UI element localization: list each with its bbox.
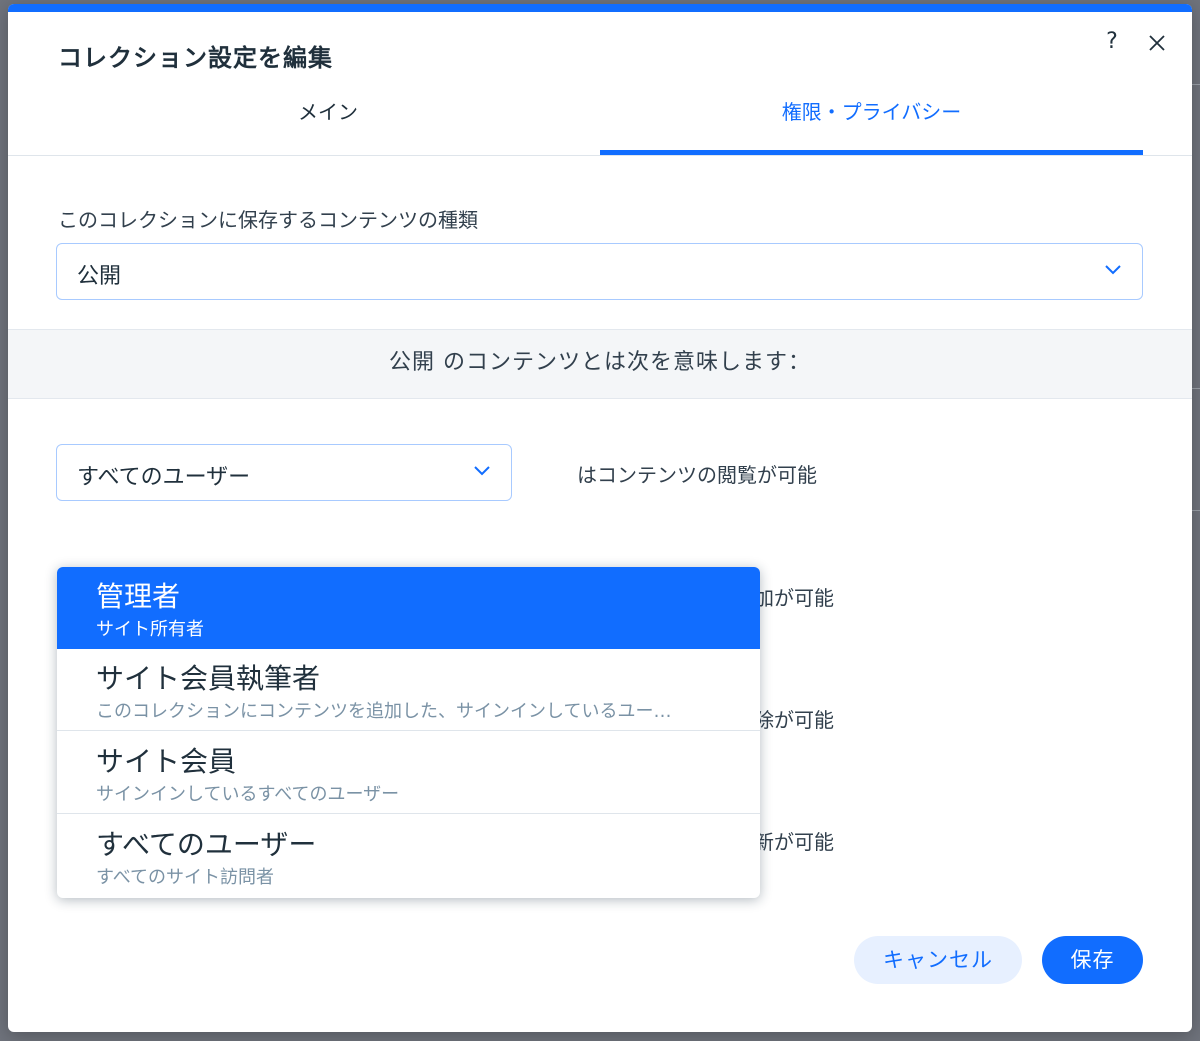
content-type-select[interactable]: 公開 bbox=[56, 243, 1143, 300]
read-permission-text: はコンテンツの閲覧が可能 bbox=[577, 463, 817, 487]
active-tab-indicator bbox=[600, 150, 1143, 155]
chevron-down-icon bbox=[474, 466, 490, 476]
option-subtitle: このコレクションにコンテンツを追加した、サインインしているユー… bbox=[96, 701, 672, 722]
tab-bar: メイン 権限・プライバシー bbox=[8, 84, 1192, 156]
option-title: すべてのユーザー bbox=[96, 828, 317, 861]
content-type-value: 公開 bbox=[77, 264, 122, 289]
save-button[interactable]: 保存 bbox=[1042, 936, 1143, 984]
option-title: サイト会員執筆者 bbox=[96, 662, 321, 695]
read-permission-value: すべてのユーザー bbox=[77, 465, 251, 490]
dropdown-option-site-member-author[interactable]: サイト会員執筆者 このコレクションにコンテンツを追加した、サインインしているユー… bbox=[57, 649, 760, 731]
dropdown-option-admin[interactable]: 管理者 サイト所有者 bbox=[57, 567, 760, 649]
close-icon bbox=[1149, 35, 1165, 51]
option-title: サイト会員 bbox=[96, 745, 237, 778]
option-subtitle: サインインしているすべてのユーザー bbox=[96, 784, 400, 805]
option-subtitle: すべてのサイト訪問者 bbox=[96, 867, 275, 888]
option-subtitle: サイト所有者 bbox=[96, 619, 204, 640]
add-permission-text: 加が可能 bbox=[754, 586, 834, 610]
chevron-down-icon bbox=[1105, 265, 1121, 275]
cancel-button[interactable]: キャンセル bbox=[854, 936, 1022, 984]
role-dropdown-menu: 管理者 サイト所有者 サイト会員執筆者 このコレクションにコンテンツを追加した、… bbox=[57, 567, 760, 898]
read-permission-select[interactable]: すべてのユーザー bbox=[56, 444, 512, 501]
content-type-label: このコレクションに保存するコンテンツの種類 bbox=[58, 208, 478, 232]
update-permission-text: 新が可能 bbox=[754, 830, 834, 854]
help-button[interactable]: ? bbox=[1100, 26, 1124, 58]
tab-permissions-privacy[interactable]: 権限・プライバシー bbox=[600, 84, 1143, 156]
close-button[interactable] bbox=[1144, 26, 1170, 58]
delete-permission-text: 除が可能 bbox=[754, 708, 834, 732]
dialog-title: コレクション設定を編集 bbox=[58, 44, 333, 72]
option-title: 管理者 bbox=[96, 580, 181, 613]
dropdown-option-site-member[interactable]: サイト会員 サインインしているすべてのユーザー bbox=[57, 732, 760, 814]
meaning-banner: 公開 のコンテンツとは次を意味します： bbox=[8, 329, 1192, 399]
edit-collection-settings-dialog: コレクション設定を編集 ? メイン 権限・プライバシー このコレクションに保存す… bbox=[8, 4, 1192, 1032]
dialog-top-accent-bar bbox=[8, 4, 1192, 12]
tab-main[interactable]: メイン bbox=[58, 84, 598, 156]
dropdown-option-everyone[interactable]: すべてのユーザー すべてのサイト訪問者 bbox=[57, 815, 760, 897]
